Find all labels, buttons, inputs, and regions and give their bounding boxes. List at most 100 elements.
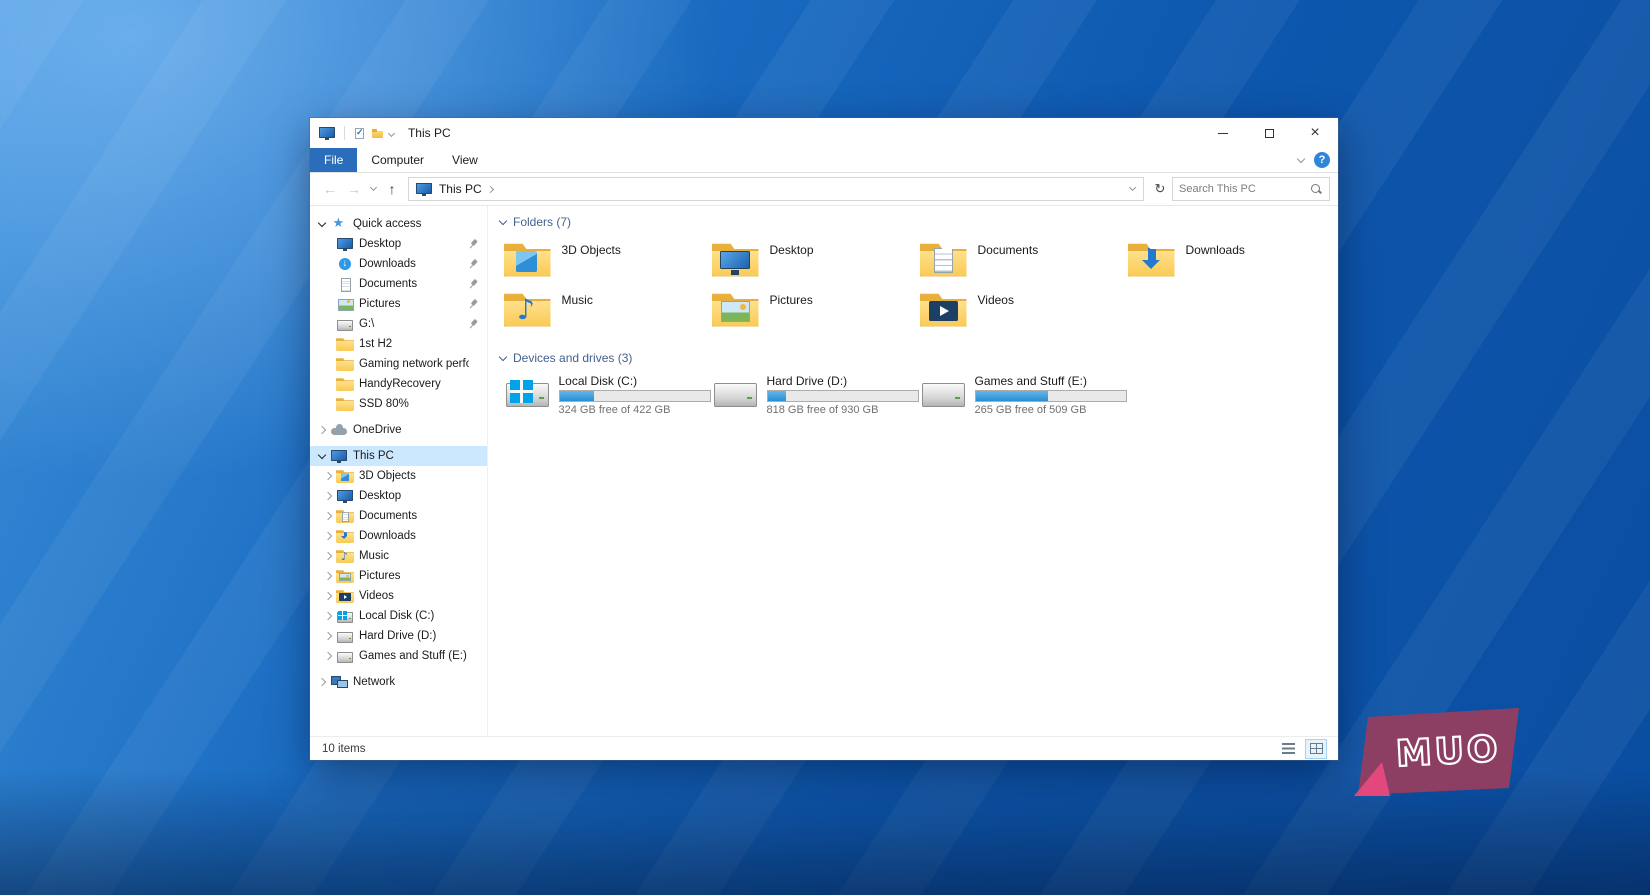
chevron-right-icon[interactable] (320, 531, 336, 541)
sidebar-item[interactable]: Downloads (310, 526, 487, 546)
drive-name: Hard Drive (D:) (766, 374, 848, 388)
chevron-down-icon[interactable] (314, 450, 330, 459)
sidebar-item[interactable]: Pictures (310, 294, 487, 314)
address-box[interactable]: This PC (408, 177, 1144, 201)
folder-tile[interactable]: Pictures (712, 288, 912, 332)
sidebar-item-quick-access[interactable]: Quick access (310, 214, 487, 234)
sidebar-item-network[interactable]: Network (310, 672, 487, 692)
sidebar-item[interactable]: Pictures (310, 566, 487, 586)
large-icons-view-button[interactable] (1306, 739, 1326, 758)
search-icon[interactable] (1310, 183, 1323, 196)
chevron-down-icon[interactable] (314, 218, 330, 227)
sidebar-item[interactable]: Desktop (310, 486, 487, 506)
minimize-button[interactable] (1200, 118, 1246, 148)
sidebar-item-label: Pictures (358, 298, 401, 310)
sidebar-item[interactable]: Videos (310, 586, 487, 606)
sidebar-item-icon (336, 470, 354, 483)
ribbon-tab[interactable]: File (310, 148, 358, 172)
sidebar-item-onedrive[interactable]: OneDrive (310, 420, 487, 440)
drive-free-space: 818 GB free of 930 GB (766, 404, 879, 416)
chevron-right-icon[interactable] (320, 631, 336, 641)
sidebar-item-this-pc[interactable]: This PC (310, 446, 487, 466)
sidebar-item-icon (336, 570, 354, 583)
drive-name: Games and Stuff (E:) (974, 374, 1088, 388)
large-icons-view-icon (1309, 743, 1323, 754)
muo-watermark: MUO (1354, 708, 1519, 796)
sidebar-item[interactable]: Games and Stuff (E:) (310, 646, 487, 666)
chevron-right-icon[interactable] (320, 491, 336, 501)
sidebar-item[interactable]: Documents (310, 506, 487, 526)
chevron-right-icon[interactable] (314, 677, 330, 687)
details-view-button[interactable] (1278, 740, 1298, 758)
drive-usage-fill (767, 391, 786, 401)
chevron-right-icon[interactable] (314, 425, 330, 435)
folders-section-header[interactable]: Folders (7) (498, 212, 1326, 232)
sidebar-item[interactable]: Local Disk (C:) (310, 606, 487, 626)
sidebar-item[interactable]: SSD 80% (310, 394, 487, 414)
chevron-right-icon[interactable] (320, 651, 336, 661)
sidebar-item[interactable]: Hard Drive (D:) (310, 626, 487, 646)
sidebar-item-icon (336, 510, 354, 523)
customize-toolbar-chevron-icon[interactable] (387, 129, 396, 137)
up-button[interactable]: ↑ (380, 181, 404, 197)
chevron-right-icon[interactable] (320, 551, 336, 561)
address-dropdown-chevron-icon[interactable] (1128, 183, 1137, 192)
chevron-right-icon[interactable] (320, 591, 336, 601)
ribbon-tab[interactable]: Computer (357, 148, 438, 172)
sidebar-item-label: Documents (358, 278, 418, 290)
sidebar-item-label: Network (352, 676, 396, 688)
expand-ribbon-chevron-icon[interactable] (1296, 154, 1306, 163)
sidebar-item[interactable]: Gaming network performance (310, 354, 487, 374)
folders-section-label: Folders (7) (513, 215, 572, 229)
sidebar-item[interactable]: Desktop (310, 234, 487, 254)
maximize-button[interactable] (1246, 118, 1292, 148)
forward-button[interactable]: → (342, 181, 366, 197)
recent-locations-chevron-icon[interactable] (366, 183, 380, 192)
folder-tile-label: Downloads (1185, 243, 1245, 257)
search-input[interactable] (1179, 183, 1310, 195)
sidebar-item[interactable]: Downloads (310, 254, 487, 274)
folder-tile[interactable]: Downloads (1128, 238, 1328, 282)
folder-icon (1128, 243, 1175, 277)
chevron-right-icon[interactable] (320, 571, 336, 581)
folder-tile-label: Documents (977, 243, 1039, 257)
sidebar-item[interactable]: Music (310, 546, 487, 566)
refresh-button[interactable]: ↻ (1148, 181, 1172, 197)
folder-tile[interactable]: Desktop (712, 238, 912, 282)
sidebar-item[interactable]: 3D Objects (310, 466, 487, 486)
sidebar-item[interactable]: HandyRecovery (310, 374, 487, 394)
close-button[interactable]: × (1292, 118, 1338, 148)
chevron-right-icon[interactable] (320, 471, 336, 481)
folder-tile[interactable]: Videos (920, 288, 1120, 332)
pin-icon (466, 297, 480, 311)
drive-info: Games and Stuff (E:) 265 GB free of 509 … (974, 374, 1127, 416)
folder-tile-label: Music (561, 293, 593, 307)
drives-grid: Local Disk (C:) 324 GB free of 422 GB Ha… (504, 374, 1326, 428)
chevron-right-icon[interactable] (320, 611, 336, 621)
sidebar-item[interactable]: G:\ (310, 314, 487, 334)
drive-tile[interactable]: Local Disk (C:) 324 GB free of 422 GB (504, 374, 711, 422)
drive-tile[interactable]: Hard Drive (D:) 818 GB free of 930 GB (712, 374, 919, 422)
chevron-right-icon[interactable] (320, 511, 336, 521)
drives-section-header[interactable]: Devices and drives (3) (498, 348, 1326, 368)
sidebar-item-icon (336, 530, 354, 543)
folder-tile[interactable]: Music (504, 288, 704, 332)
breadcrumb[interactable]: This PC (439, 182, 482, 196)
sidebar-item-label: Quick access (352, 218, 422, 230)
folder-tile[interactable]: 3D Objects (504, 238, 704, 282)
sidebar-item[interactable]: 1st H2 (310, 334, 487, 354)
ribbon-tab[interactable]: View (438, 148, 492, 172)
breadcrumb-chevron-icon[interactable] (486, 185, 494, 193)
sidebar-item-icon (336, 609, 354, 624)
folder-tile[interactable]: Documents (920, 238, 1120, 282)
new-folder-icon[interactable] (371, 127, 384, 140)
properties-icon[interactable] (353, 127, 366, 140)
drive-tile[interactable]: Games and Stuff (E:) 265 GB free of 509 … (920, 374, 1127, 422)
help-icon[interactable]: ? (1314, 152, 1330, 168)
back-button[interactable]: ← (318, 181, 342, 197)
this-pc-children: 3D Objects Desktop Documents Downloads ♪… (310, 466, 487, 666)
sidebar-item[interactable]: Documents (310, 274, 487, 294)
folder-tile-label: Desktop (769, 243, 814, 257)
ribbon-right: ? (1296, 148, 1338, 172)
drives-section: Devices and drives (3) Local Disk (C:) 3… (498, 348, 1326, 428)
